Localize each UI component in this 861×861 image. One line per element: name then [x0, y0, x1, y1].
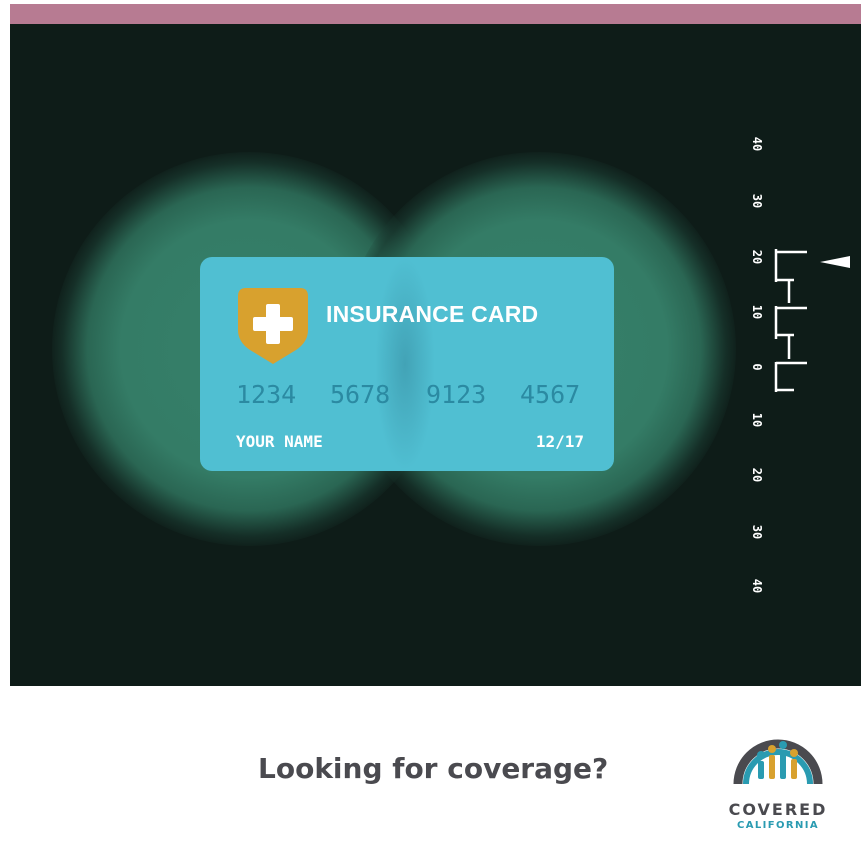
logo-wordmark-california: CALIFORNIA — [736, 820, 820, 831]
scale-label: 10 — [750, 412, 764, 428]
covered-california-logo-icon — [733, 739, 823, 785]
scale-label: 40 — [750, 136, 764, 152]
scale-label: 10 — [750, 304, 764, 320]
top-accent-bar — [10, 4, 861, 24]
scale-label: 30 — [750, 524, 764, 540]
scale-label: 20 — [750, 467, 764, 483]
coverage-question: Looking for coverage? — [258, 752, 609, 785]
binocular-scene: INSURANCE CARD 1234 5678 9123 4567 YOUR … — [10, 24, 861, 686]
scale-label: 30 — [750, 193, 764, 209]
scale-label: 0 — [750, 363, 764, 371]
triangle-pointer-icon — [820, 256, 850, 268]
scale-label: 40 — [750, 578, 764, 594]
scale-label: 20 — [750, 249, 764, 265]
logo-wordmark-covered: COVERED — [728, 800, 828, 819]
range-scale — [774, 249, 850, 392]
